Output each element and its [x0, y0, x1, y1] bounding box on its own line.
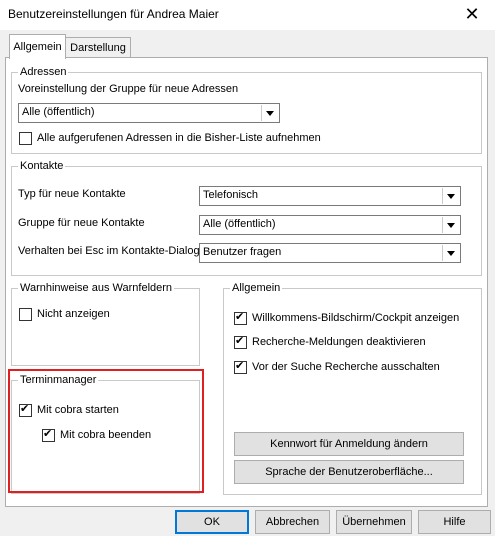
- group-kontakte: Kontakte Typ für neue Kontakte Telefonis…: [11, 159, 482, 276]
- tab-label: Darstellung: [70, 42, 126, 54]
- gruppe-select[interactable]: Alle (öffentlich): [199, 215, 461, 235]
- chevron-down-icon[interactable]: [442, 188, 459, 204]
- tab-label: Allgemein: [13, 41, 62, 53]
- recherche-meldungen-checkbox[interactable]: [234, 334, 247, 349]
- select-value: Benutzer fragen: [203, 246, 282, 258]
- tab-panel-allgemein: Adressen Voreinstellung der Gruppe für n…: [5, 57, 488, 507]
- esc-label: Verhalten bei Esc im Kontakte-Dialog: [18, 245, 200, 257]
- sprache-button[interactable]: Sprache der Benutzeroberfläche...: [234, 460, 464, 484]
- typ-select[interactable]: Telefonisch: [199, 186, 461, 206]
- willkommen-checkbox[interactable]: [234, 310, 247, 325]
- group-allgemein: Allgemein Willkommens-Bildschirm/Cockpit…: [223, 281, 482, 495]
- kennwort-aendern-button[interactable]: Kennwort für Anmeldung ändern: [234, 432, 464, 456]
- tab-allgemein[interactable]: Allgemein: [9, 34, 66, 59]
- select-value: Alle (öffentlich): [203, 218, 276, 230]
- highlight-rectangle: [8, 369, 204, 493]
- recherche-meldungen-label: Recherche-Meldungen deaktivieren: [252, 336, 426, 348]
- nicht-anzeigen-checkbox[interactable]: [19, 308, 32, 321]
- vor-suche-label: Vor der Suche Recherche ausschalten: [252, 361, 440, 373]
- title-bar: Benutzereinstellungen für Andrea Maier ✕: [0, 0, 495, 30]
- group-title: Kontakte: [18, 159, 66, 173]
- bisher-liste-label: Alle aufgerufenen Adressen in die Bisher…: [37, 132, 321, 144]
- uebernehmen-button[interactable]: Übernehmen: [336, 510, 412, 534]
- select-value: Telefonisch: [203, 189, 259, 201]
- close-icon[interactable]: ✕: [457, 2, 487, 26]
- chevron-down-icon[interactable]: [261, 105, 278, 121]
- select-value: Alle (öffentlich): [22, 106, 95, 118]
- bisher-liste-checkbox[interactable]: [19, 132, 32, 145]
- group-title: Allgemein: [230, 281, 283, 295]
- tab-darstellung[interactable]: Darstellung: [65, 37, 131, 58]
- nicht-anzeigen-label: Nicht anzeigen: [37, 308, 110, 320]
- group-title: Adressen: [18, 65, 69, 79]
- abbrechen-button[interactable]: Abbrechen: [255, 510, 330, 534]
- chevron-down-icon[interactable]: [442, 245, 459, 261]
- willkommen-label: Willkommens-Bildschirm/Cockpit anzeigen: [252, 312, 460, 324]
- group-warnhinweise: Warnhinweise aus Warnfeldern Nicht anzei…: [11, 281, 200, 366]
- group-adressen: Adressen Voreinstellung der Gruppe für n…: [11, 65, 482, 154]
- ok-button[interactable]: OK: [175, 510, 249, 534]
- chevron-down-icon[interactable]: [442, 217, 459, 233]
- typ-label: Typ für neue Kontakte: [18, 188, 126, 200]
- esc-select[interactable]: Benutzer fragen: [199, 243, 461, 263]
- adressen-group-select[interactable]: Alle (öffentlich): [18, 103, 280, 123]
- hilfe-button[interactable]: Hilfe: [418, 510, 491, 534]
- gruppe-label: Gruppe für neue Kontakte: [18, 217, 145, 229]
- adressen-group-label: Voreinstellung der Gruppe für neue Adres…: [18, 83, 239, 95]
- window-title: Benutzereinstellungen für Andrea Maier: [8, 7, 219, 21]
- vor-suche-checkbox[interactable]: [234, 359, 247, 374]
- settings-dialog: Benutzereinstellungen für Andrea Maier ✕…: [0, 0, 495, 536]
- group-title: Warnhinweise aus Warnfeldern: [18, 281, 175, 295]
